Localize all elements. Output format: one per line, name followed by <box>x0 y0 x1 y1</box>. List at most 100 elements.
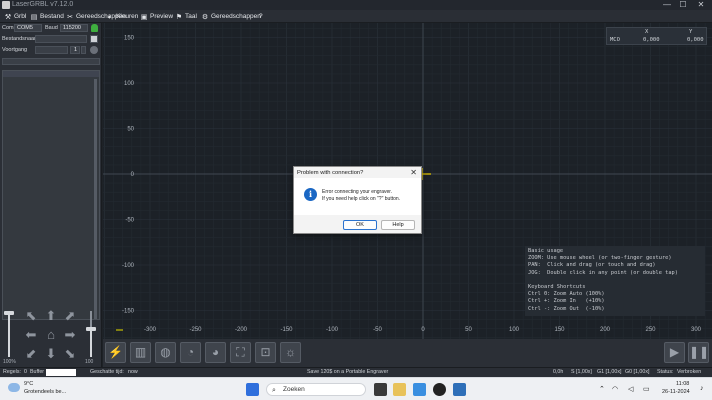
buffer-label: Buffer <box>30 369 45 375</box>
g0-override[interactable]: G0 [1,00x] <box>625 368 649 377</box>
clock-time[interactable]: 11:08 <box>676 381 689 387</box>
jog-down-right-icon[interactable]: ⬊ <box>63 347 77 361</box>
speed-slider-right[interactable] <box>86 311 96 357</box>
menu-preview[interactable]: ▣ Preview <box>140 10 173 23</box>
x-tick-label: -250 <box>189 327 202 333</box>
tray-chevron-icon[interactable]: ⌃ <box>599 385 605 393</box>
run-count-field[interactable]: 1 <box>70 46 80 54</box>
file-label: Bestandsnaam <box>2 36 39 42</box>
menu-bar: ⚒ Grbl ▤ Bestand ✂ Gereedschappen ◐ Kleuren … <box>0 10 712 23</box>
y-value: 0,000 <box>687 37 704 43</box>
lasergrbl-taskbar-icon[interactable] <box>433 383 446 396</box>
job-time: 0,0h <box>553 369 564 375</box>
app-icon <box>2 1 10 9</box>
minimize-button[interactable]: — <box>660 0 674 10</box>
slider-knob[interactable] <box>4 311 14 315</box>
maximize-button[interactable]: ☐ <box>676 0 690 10</box>
file-explorer-icon[interactable] <box>393 383 406 396</box>
x-tick-label: 300 <box>691 327 702 333</box>
menu-taal[interactable]: ⚑ Taal <box>175 10 197 23</box>
tool-strip <box>2 58 100 65</box>
slider-knob[interactable] <box>86 327 96 331</box>
s-override[interactable]: S [1,00x] <box>571 368 592 377</box>
run-button[interactable] <box>90 46 98 54</box>
promo-link[interactable]: Save 120$ on a Portable Engraver <box>307 368 388 377</box>
dialog-close-icon[interactable]: ✕ <box>410 168 417 177</box>
console-output[interactable] <box>2 70 100 320</box>
menu-grbl[interactable]: ⚒ Grbl <box>4 10 26 23</box>
weather-temp[interactable]: 9°C <box>24 381 33 387</box>
progress-bar <box>35 46 68 54</box>
file-name-field[interactable] <box>35 35 87 43</box>
battery-icon[interactable]: ▭ <box>643 385 650 393</box>
jog-down-icon[interactable]: ⬇ <box>44 347 58 361</box>
help-button[interactable]: Help <box>381 220 415 230</box>
task-view-icon[interactable] <box>374 383 387 396</box>
speed-left-label: 100% <box>3 359 16 365</box>
document-icon: ▤ <box>30 14 38 21</box>
estimated-time-value: now <box>128 369 138 375</box>
lines-label: Regels: <box>3 369 21 375</box>
estimated-time-label: Geschatte tijd: <box>90 369 124 375</box>
speed-slider-left[interactable] <box>4 311 14 357</box>
start-windows-icon[interactable] <box>246 383 259 396</box>
menu-settings[interactable]: ⚙ Gereedschappen <box>201 10 261 23</box>
usage-help-panel: Basic usage ZOOM: Use mouse wheel (or two… <box>525 246 705 316</box>
focus-icon[interactable]: ⊡ <box>255 342 276 363</box>
globe-icon[interactable]: ◍ <box>155 342 176 363</box>
close-window-button[interactable]: ✕ <box>694 0 708 10</box>
progress-label: Voortgang <box>2 47 28 53</box>
light-bulb-icon[interactable]: ☼ <box>280 342 301 363</box>
jog-right-icon[interactable]: ➡ <box>63 328 77 342</box>
tools-icon: ✂ <box>67 14 73 21</box>
jog-up-right-icon[interactable]: ⬈ <box>63 309 77 323</box>
palette-icon: ◐ <box>107 14 113 21</box>
menu-kleuren[interactable]: ◐ Kleuren <box>106 10 139 23</box>
dialog-message-line2: If you need help click on "?" button. <box>322 196 401 202</box>
weather-desc[interactable]: Grotendeels be... <box>24 389 66 395</box>
power-icon[interactable]: ⚡ <box>105 342 126 363</box>
open-folder-icon[interactable] <box>90 35 98 43</box>
buffer-meter <box>46 369 76 376</box>
console-scrollbar[interactable] <box>94 79 97 319</box>
taskbar-search[interactable]: ⌕ Zoeken <box>266 383 366 396</box>
baud-rate-select[interactable]: 115200 <box>60 24 88 32</box>
unlock-icon[interactable]: ▥ <box>130 342 151 363</box>
search-icon: ⌕ <box>272 387 276 394</box>
clock-date[interactable]: 26-11-2024 <box>662 389 690 395</box>
jog-home-icon[interactable]: ⌂ <box>44 328 58 342</box>
jog-left-icon[interactable]: ⬅ <box>24 328 38 342</box>
help-line <box>528 277 702 284</box>
jog-up-icon[interactable]: ⬆ <box>44 309 58 323</box>
connect-plug-icon[interactable] <box>91 24 98 32</box>
x-tick-label: 200 <box>600 327 611 333</box>
menu-bestand[interactable]: ▤ Bestand <box>30 10 64 23</box>
preview-icon: ▣ <box>140 14 148 21</box>
com-port-select[interactable]: COM5 <box>14 24 42 32</box>
x-tick-label: -300 <box>144 327 157 333</box>
notifications-icon[interactable]: ♪ <box>700 385 704 392</box>
dialog-message-line1: Error connecting your engraver. <box>322 189 393 195</box>
g1-override[interactable]: G1 [1,00x] <box>597 368 621 377</box>
app-taskbar-icon[interactable] <box>453 383 466 396</box>
goto-icon[interactable]: ◔ <box>180 342 201 363</box>
frame-icon[interactable]: ⛶ <box>230 342 251 363</box>
status-label: Status: <box>657 369 674 375</box>
laser-grbl-window: LaserGRBL v7.12.0 — ☐ ✕ ⚒ Grbl ▤ Bestand ✂… <box>0 0 712 400</box>
weather-cloud-icon[interactable] <box>8 383 20 392</box>
help-line: Basic usage <box>528 248 564 254</box>
menu-help[interactable]: ? <box>259 10 263 23</box>
run-count-stepper[interactable] <box>81 46 86 54</box>
y-tick-label: -50 <box>125 218 134 224</box>
x-tick-label: 250 <box>645 327 656 333</box>
network-icon[interactable]: ◠ <box>612 385 618 393</box>
pause-icon[interactable]: ❚❚ <box>688 342 709 363</box>
edge-browser-icon[interactable] <box>413 383 426 396</box>
center-icon[interactable]: ◕ <box>205 342 226 363</box>
volume-icon[interactable]: ◁ <box>628 385 633 393</box>
jog-down-left-icon[interactable]: ⬋ <box>24 347 38 361</box>
y-tick-label: 150 <box>124 36 135 42</box>
jog-up-left-icon[interactable]: ⬉ <box>24 309 38 323</box>
ok-button[interactable]: OK <box>343 220 377 230</box>
play-icon[interactable]: ▶ <box>664 342 685 363</box>
